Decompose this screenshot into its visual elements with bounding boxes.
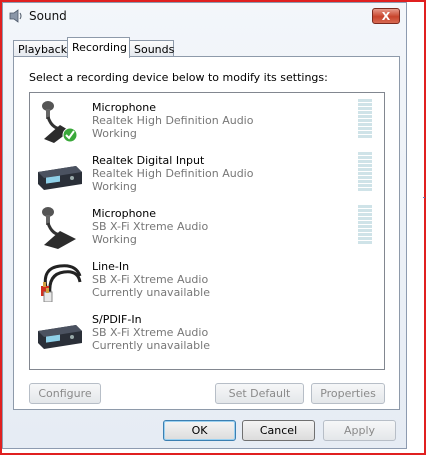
sound-dialog: Sound X Playback Recording Sounds Select… xyxy=(2,2,407,449)
set-default-button[interactable]: Set Default xyxy=(215,383,304,404)
device-name: Realtek Digital Input xyxy=(92,154,205,167)
instruction-text: Select a recording device below to modif… xyxy=(29,71,328,84)
microphone-default-icon xyxy=(42,101,78,143)
device-item[interactable]: Microphone SB X-Fi Xtreme Audio Working xyxy=(30,199,384,252)
device-status: Currently unavailable xyxy=(92,286,210,299)
window-title: Sound xyxy=(29,9,67,23)
device-item[interactable]: Realtek Digital Input Realtek High Defin… xyxy=(30,146,384,199)
device-item[interactable]: Line-In SB X-Fi Xtreme Audio Currently u… xyxy=(30,252,384,305)
device-name: Line-In xyxy=(92,260,130,273)
device-status: Working xyxy=(92,180,137,193)
cancel-button[interactable]: Cancel xyxy=(242,420,315,441)
stray-pixel xyxy=(423,197,425,198)
title-bar[interactable]: Sound X xyxy=(3,3,406,29)
configure-button[interactable]: Configure xyxy=(29,383,101,404)
rca-cable-icon xyxy=(41,264,82,302)
device-driver: Realtek High Definition Audio xyxy=(92,167,254,180)
digital-input-device-icon xyxy=(38,166,82,190)
device-driver: SB X-Fi Xtreme Audio xyxy=(92,220,209,233)
device-status: Currently unavailable xyxy=(92,339,210,352)
apply-button[interactable]: Apply xyxy=(323,420,396,441)
tab-sounds[interactable]: Sounds xyxy=(129,40,174,57)
device-name: Microphone xyxy=(92,207,157,220)
device-driver: SB X-Fi Xtreme Audio xyxy=(92,326,209,339)
level-meter xyxy=(358,99,372,139)
device-driver: Realtek High Definition Audio xyxy=(92,114,254,127)
device-driver: SB X-Fi Xtreme Audio xyxy=(92,273,209,286)
device-item[interactable]: S/PDIF-In SB X-Fi Xtreme Audio Currently… xyxy=(30,305,384,358)
digital-input-device-icon xyxy=(38,325,82,349)
device-list[interactable]: Microphone Realtek High Definition Audio… xyxy=(29,92,385,370)
level-meter xyxy=(358,152,372,192)
microphone-icon xyxy=(42,207,76,249)
close-button[interactable]: X xyxy=(372,8,400,24)
device-status: Working xyxy=(92,233,137,246)
properties-button[interactable]: Properties xyxy=(311,383,385,404)
speaker-icon xyxy=(9,9,22,23)
device-item[interactable]: Microphone Realtek High Definition Audio… xyxy=(30,93,384,146)
tab-playback[interactable]: Playback xyxy=(13,40,68,57)
level-meter xyxy=(358,205,372,245)
device-status: Working xyxy=(92,127,137,140)
tab-recording[interactable]: Recording xyxy=(67,37,130,58)
recording-panel: Select a recording device below to modif… xyxy=(13,56,400,410)
ok-button[interactable]: OK xyxy=(163,420,236,441)
device-name: Microphone xyxy=(92,101,157,114)
device-name: S/PDIF-In xyxy=(92,313,142,326)
